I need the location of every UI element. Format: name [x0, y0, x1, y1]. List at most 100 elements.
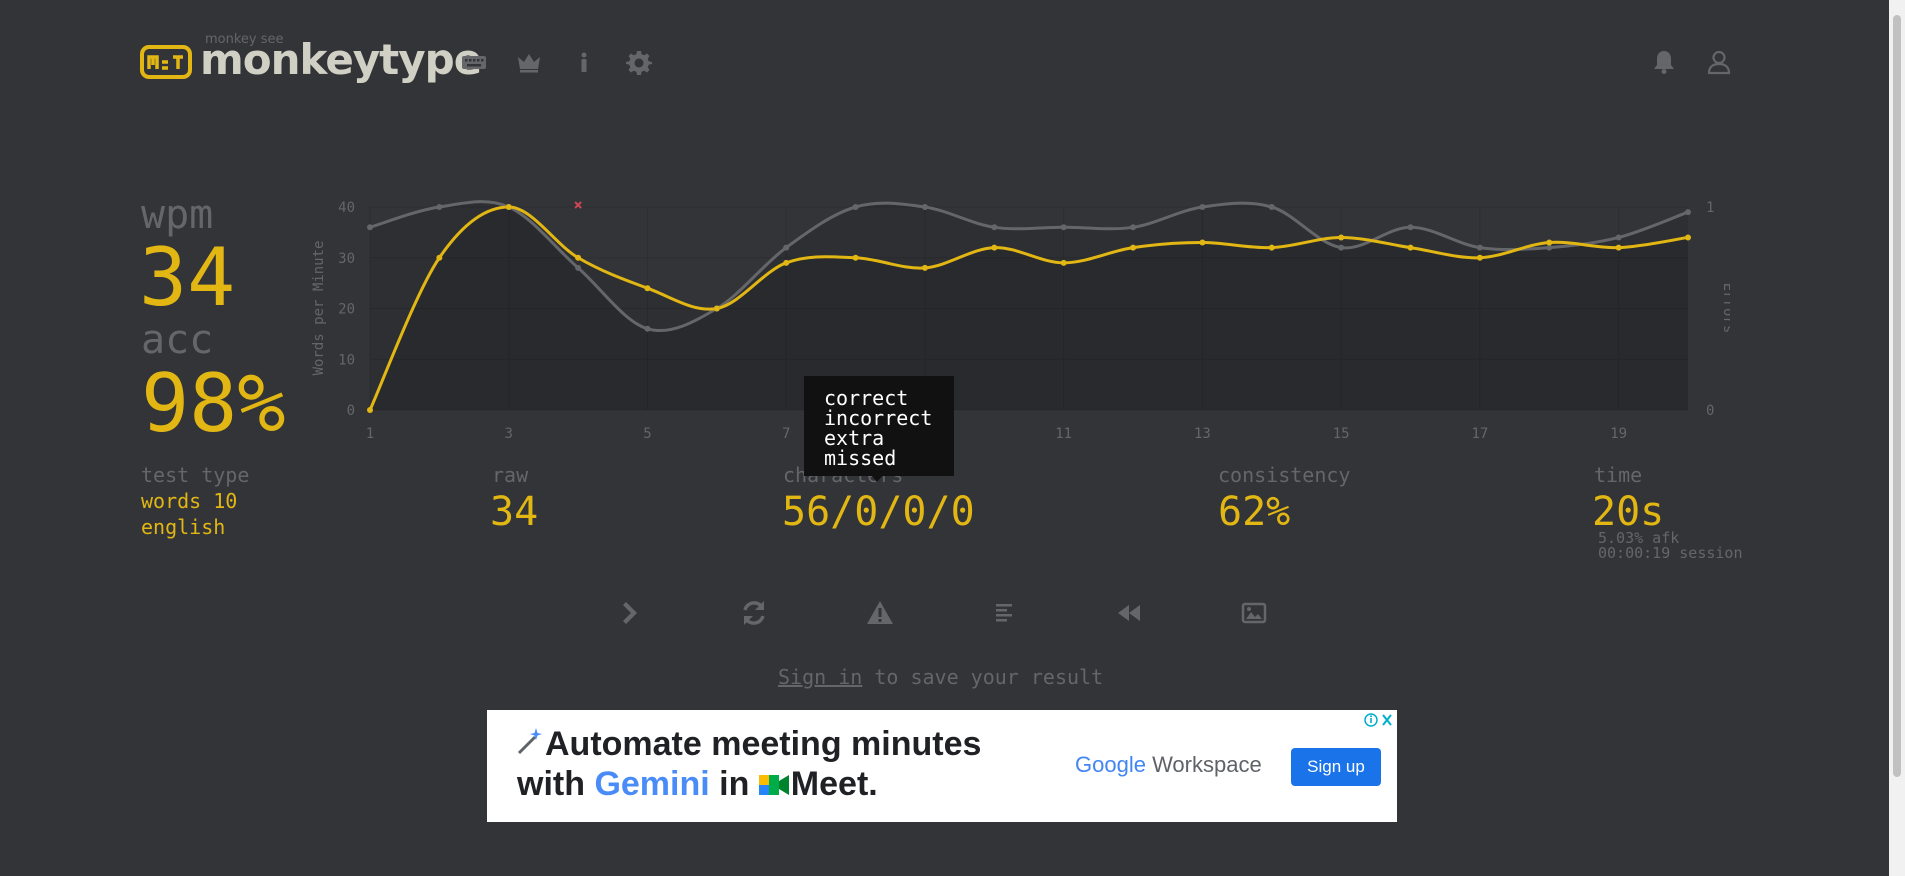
info-icon[interactable]	[571, 49, 597, 75]
ad-brand: Google Workspace	[1075, 752, 1262, 778]
words-history-icon[interactable]	[989, 597, 1021, 629]
ad-choices-icon[interactable]	[1364, 712, 1394, 728]
series-point-raw	[436, 204, 443, 210]
brand-title[interactable]: monkeytype	[200, 36, 482, 84]
test-type-language: english	[141, 515, 226, 539]
series-point-raw	[921, 204, 928, 210]
x-tick-label: 3	[505, 426, 513, 440]
ad-signup-button[interactable]: Sign up	[1291, 748, 1381, 786]
ad-line-1: Automate meeting minutes	[545, 725, 982, 763]
x-tick-label: 7	[782, 426, 790, 440]
series-point-wpm	[1546, 239, 1553, 246]
acc-value: 98%	[141, 357, 286, 450]
y-tick-label: 30	[338, 251, 355, 267]
x-tick-label: 13	[1194, 426, 1211, 440]
consistency-label: consistency	[1218, 463, 1351, 487]
series-point-wpm	[713, 305, 720, 312]
signin-rest: to save your result	[862, 665, 1104, 689]
restart-icon[interactable]	[738, 597, 770, 629]
series-point-raw	[991, 224, 998, 231]
logo-icon[interactable]	[140, 45, 192, 79]
series-point-wpm	[644, 285, 651, 292]
series-point-raw	[575, 264, 582, 271]
series-point-raw	[1268, 204, 1275, 210]
x-tick-label: 19	[1610, 426, 1627, 440]
y-tick-label: 40	[338, 200, 355, 216]
series-point-raw	[1338, 244, 1345, 251]
wpm-chart[interactable]: 13579111315171901020304001 Words per Min…	[300, 190, 1730, 440]
test-type-mode: words 10	[141, 489, 238, 513]
series-point-raw	[1130, 224, 1137, 231]
time-label: time	[1594, 463, 1643, 487]
characters-value[interactable]: 56/0/0/0	[782, 492, 975, 532]
series-point-wpm	[575, 254, 582, 261]
report-icon[interactable]	[864, 597, 896, 629]
series-point-wpm	[1407, 244, 1414, 251]
y2-tick-label: 0	[1706, 403, 1714, 419]
tooltip-correct: correct	[824, 386, 909, 410]
signin-link[interactable]: Sign in	[778, 665, 862, 689]
wpm-value: 34	[139, 231, 236, 324]
ad-gemini-word: Gemini	[594, 765, 710, 803]
replay-icon[interactable]	[1114, 597, 1146, 629]
series-point-wpm	[1685, 234, 1691, 241]
series-point-wpm	[1199, 239, 1206, 246]
scrollbar-thumb[interactable]	[1893, 15, 1901, 777]
advertisement-banner[interactable]: Automate meeting minutes with Gemini in …	[487, 710, 1397, 822]
series-point-raw	[1615, 234, 1622, 241]
x-tick-label: 5	[643, 426, 651, 440]
next-test-icon[interactable]	[612, 597, 644, 629]
series-point-raw	[1060, 224, 1067, 231]
consistency-value: 62%	[1218, 489, 1291, 535]
series-point-wpm	[1268, 244, 1275, 251]
gear-icon[interactable]	[626, 49, 652, 75]
bell-icon[interactable]	[1651, 49, 1677, 75]
series-point-wpm	[783, 259, 790, 266]
series-point-raw	[644, 325, 651, 332]
y-tick-label: 0	[347, 403, 355, 419]
series-point-raw	[1685, 209, 1691, 216]
chart-tooltip: correct incorrect extra missed	[804, 376, 954, 476]
ad-line-2-meet: Meet.	[790, 765, 878, 803]
y2-axis-label: Errors	[1720, 283, 1730, 334]
signin-prompt: Sign in to save your result	[778, 665, 1103, 689]
series-point-wpm	[505, 204, 512, 210]
ad-headline: Automate meeting minutes with Gemini in …	[517, 724, 1037, 804]
y2-tick-label: 1	[1706, 200, 1714, 216]
y-axis-label: Words per Minute	[311, 241, 327, 376]
keyboard-icon[interactable]	[461, 49, 487, 75]
tooltip-missed: missed	[824, 446, 897, 470]
ad-line-2-mid: in	[709, 765, 759, 803]
series-point-raw	[783, 244, 790, 251]
tooltip-extra: extra	[824, 426, 885, 450]
series-point-raw	[1476, 244, 1483, 251]
screenshot-icon[interactable]	[1238, 597, 1270, 629]
series-point-wpm	[1130, 244, 1137, 251]
series-point-wpm	[1060, 259, 1067, 266]
time-value: 20s	[1592, 489, 1665, 535]
raw-value: 34	[490, 489, 539, 535]
series-point-wpm	[921, 264, 928, 271]
raw-label: raw	[492, 463, 529, 487]
series-point-wpm	[1615, 244, 1622, 251]
series-point-wpm	[1476, 254, 1483, 261]
workspace-wordmark: Workspace	[1145, 752, 1262, 777]
y-tick-label: 10	[338, 352, 355, 368]
meet-logo-icon	[758, 775, 789, 795]
series-point-raw	[1407, 224, 1414, 231]
series-point-wpm	[1338, 234, 1345, 241]
tooltip-caret	[870, 474, 884, 482]
series-point-raw	[367, 224, 373, 231]
tooltip-incorrect: incorrect	[824, 406, 933, 430]
ad-line-2-pre: with	[517, 765, 595, 803]
x-tick-label: 17	[1471, 426, 1488, 440]
x-tick-label: 1	[366, 426, 374, 440]
y-tick-label: 20	[338, 302, 355, 318]
x-tick-label: 15	[1333, 426, 1350, 440]
test-type-label: test type	[141, 463, 250, 487]
series-point-wpm	[367, 407, 373, 413]
user-icon[interactable]	[1706, 49, 1732, 75]
crown-icon[interactable]	[516, 49, 542, 75]
ad-line-2: with Gemini in Meet.	[517, 764, 1037, 804]
series-point-wpm	[991, 244, 998, 251]
